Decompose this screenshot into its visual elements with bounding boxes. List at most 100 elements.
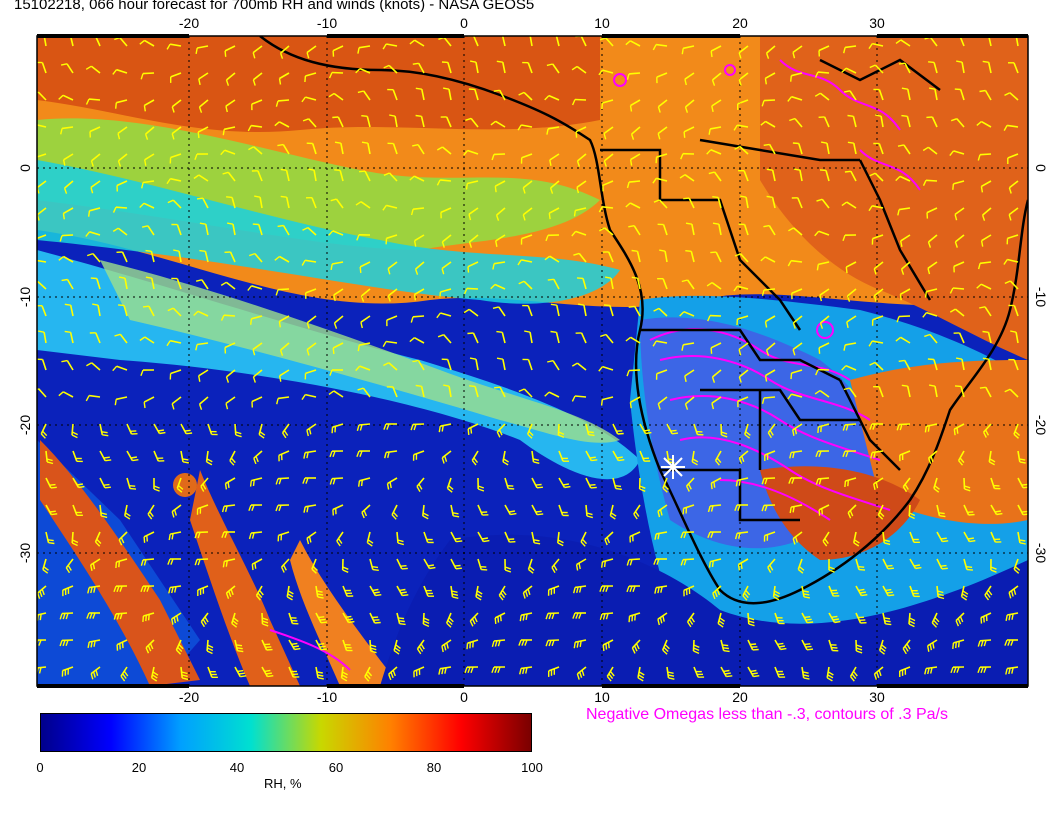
wind-barb: [720, 423, 723, 436]
wind-barb-flag: [32, 125, 35, 130]
wind-barb-flag: [522, 614, 525, 621]
wind-barb: [71, 531, 74, 544]
wind-barb-flag: [90, 641, 93, 648]
wind-barb-flag: [804, 616, 811, 619]
wind-barb-flag: [48, 542, 55, 545]
wind-barb-flag: [225, 560, 228, 567]
wind-barb-flag: [415, 384, 422, 387]
wind-barb-flag: [940, 537, 947, 540]
lon-tick-label: 10: [594, 15, 610, 31]
wind-barb-flag: [576, 641, 579, 648]
wind-barb-flag: [790, 75, 792, 82]
wind-barb-flag: [375, 594, 382, 597]
wind-barb-flag: [764, 78, 767, 85]
wind-barb-flag: [901, 114, 908, 117]
wind-barb-flag: [941, 567, 948, 570]
lat-tick-label: -20: [1033, 415, 1049, 435]
wind-barb-flag: [415, 114, 422, 117]
wind-barb-flag: [816, 264, 819, 271]
wind-barb-flag: [50, 486, 57, 489]
wind-barb: [277, 99, 290, 102]
lat-tick-label: 0: [1033, 164, 1049, 172]
wind-barb-flag: [631, 276, 638, 279]
wind-barb-flag: [224, 50, 227, 57]
wind-barb-flag: [359, 170, 366, 173]
wind-barb-flag: [49, 510, 56, 513]
wind-barb-flag: [182, 458, 189, 461]
wind-barb-flag: [118, 561, 120, 568]
wind-barb-flag: [886, 591, 893, 594]
wind-barb: [331, 71, 344, 74]
wind-barb-flag: [818, 347, 821, 354]
wind-barb-flag: [496, 60, 503, 63]
wind-barb-flag: [348, 620, 355, 624]
wind-barb-flag: [942, 540, 949, 543]
wind-barb: [710, 504, 722, 507]
wind-barb-flag: [32, 260, 35, 265]
wind-barb-flag: [535, 483, 542, 486]
wind-barb-flag: [858, 568, 866, 571]
wind-barb-flag: [982, 60, 989, 63]
wind-barb-flag: [453, 515, 460, 518]
wind-barb-flag: [805, 618, 812, 621]
wind-barb-flag: [710, 51, 713, 58]
wind-barb-flag: [49, 483, 56, 486]
wind-barb-flag: [979, 386, 986, 389]
wind-barb-flag: [818, 509, 821, 516]
wind-barb: [277, 288, 290, 291]
wind-barb: [628, 369, 641, 372]
wind-barb: [844, 423, 857, 426]
wind-barb-flag: [400, 565, 407, 567]
wind-barb-flag: [573, 210, 576, 217]
wind-barb: [61, 234, 74, 237]
omega-legend-note: Negative Omegas less than -.3, contours …: [586, 706, 948, 723]
wind-barb-flag: [534, 542, 541, 545]
wind-barb-flag: [103, 456, 110, 459]
wind-barb-flag: [497, 35, 503, 36]
wind-barb-flag: [938, 512, 945, 515]
wind-barb-flag: [105, 459, 112, 462]
wind-barb-flag: [983, 616, 985, 623]
wind-barb: [763, 477, 776, 480]
wind-barb: [763, 396, 776, 399]
wind-barb-flag: [399, 588, 406, 592]
wind-barb-flag: [132, 459, 139, 462]
wind-barb: [817, 71, 830, 74]
wind-barb-flag: [751, 672, 758, 675]
wind-barb-flag: [980, 186, 984, 193]
wind-barb-flag: [62, 213, 65, 220]
wind-barb-flag: [817, 426, 820, 433]
wind-barb-flag: [550, 35, 556, 36]
wind-barb-flag: [901, 87, 908, 90]
wind-barb-flag: [605, 643, 608, 650]
wind-barb-flag: [222, 129, 225, 136]
wind-barb-flag: [537, 513, 544, 516]
wind-barb-flag: [683, 197, 690, 200]
wind-barb-flag: [332, 347, 335, 355]
wind-barb-flag: [952, 183, 955, 190]
wind-barb-flag: [103, 483, 110, 486]
wind-barb-flag: [373, 591, 380, 594]
wind-barb-flag: [61, 278, 68, 282]
wind-barb-flag: [913, 564, 921, 567]
wind-barb-flag: [441, 425, 444, 432]
lon-tick-label: -10: [317, 689, 337, 705]
wind-barb-flag: [631, 249, 638, 252]
wind-barb: [817, 477, 830, 480]
wind-barb: [396, 531, 399, 544]
wind-barb-flag: [763, 143, 770, 146]
wind-barb-flag: [398, 617, 405, 620]
wind-barb: [585, 504, 588, 517]
wind-barb-flag: [88, 210, 91, 217]
lat-tick-label: -30: [17, 543, 33, 563]
colorbar-tick: 20: [131, 760, 147, 775]
wind-barb-flag: [722, 644, 729, 647]
wind-barb-flag: [966, 566, 973, 568]
wind-barb-flag: [467, 428, 470, 435]
wind-barb-flag: [939, 515, 946, 518]
wind-barb-flag: [250, 318, 253, 325]
wind-barb-flag: [629, 159, 633, 166]
wind-barb: [908, 504, 911, 517]
wind-barb-flag: [901, 384, 908, 387]
wind-barb-flag: [955, 642, 957, 649]
